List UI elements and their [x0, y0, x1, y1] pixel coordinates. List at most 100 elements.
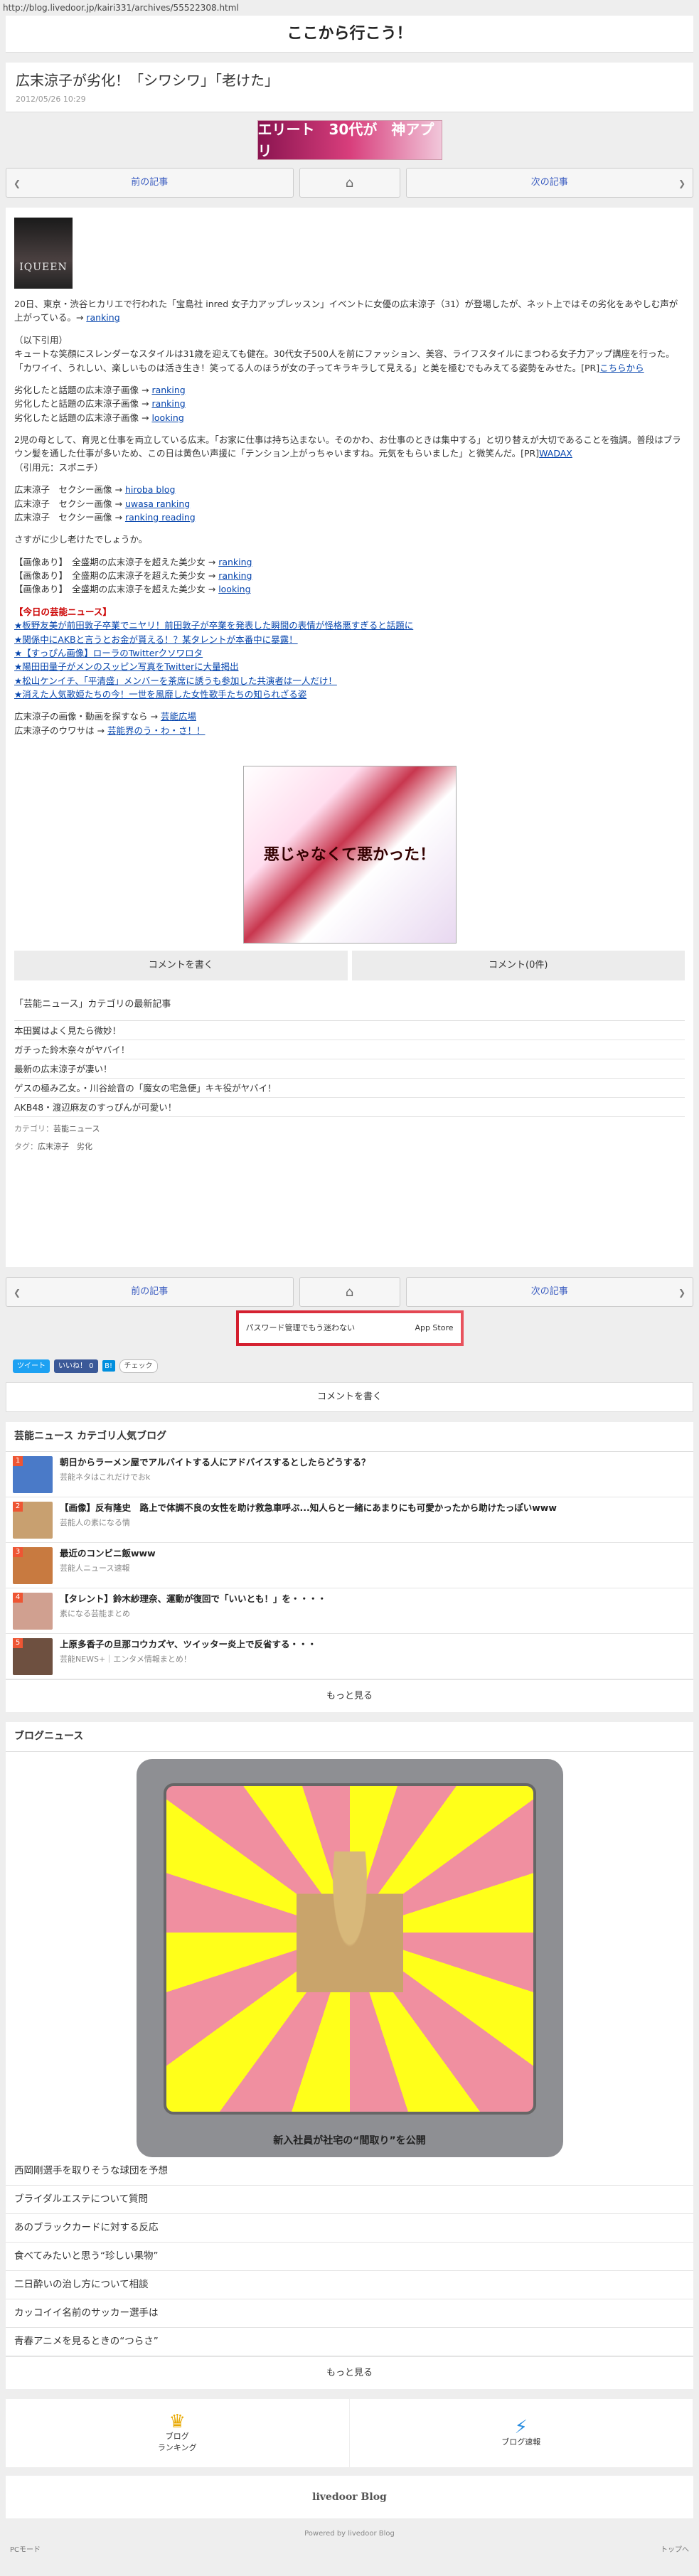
home-icon: ⌂: [345, 1284, 354, 1300]
link-row-text: 【画像あり】 全盛期の広末涼子を超えた美少女 →: [14, 556, 216, 567]
popular-item[interactable]: 2 【画像】反有隆史 路上で体調不良の女性を助け救急車呼ぶ...知人らと一緒にあま…: [6, 1497, 693, 1543]
wooden-figure: [296, 1851, 403, 2086]
list-item[interactable]: 青春アニメを見るときの“つらさ”: [6, 2328, 693, 2356]
social-buttons: ツイート いいね！ 0 B! チェック: [0, 1350, 699, 1382]
today-news-link[interactable]: ★【すっぴん画像】ローラのTwitterクソワロタ: [14, 648, 203, 658]
list-item[interactable]: 最新の広末涼子が凄い！: [14, 1059, 685, 1079]
next-article-label: 次の記事: [530, 1286, 568, 1298]
popular-item[interactable]: 4 【タレント】鈴木紗理奈、運動が復回で「いいとも！」を・・・・ 素になる芸能まとめ: [6, 1588, 693, 1634]
list-item[interactable]: AKB48・渡辺麻友のすっぴんが可愛い！: [14, 1098, 685, 1118]
home-button[interactable]: ⌂: [299, 168, 400, 198]
write-comment-button[interactable]: コメントを書く: [14, 951, 348, 981]
home-button[interactable]: ⌂: [299, 1277, 400, 1307]
today-news-link[interactable]: ★松山ケンイチ、「平清盛」メンバーを茶席に誘うも参加した共演者は一人だけ！: [14, 675, 337, 686]
paragraph-1-link[interactable]: ranking: [86, 312, 119, 323]
livedoor-blog-logo[interactable]: livedoor Blog: [6, 2476, 693, 2518]
link-row-link[interactable]: uwasa ranking: [125, 498, 190, 509]
hatena-bookmark-button[interactable]: B!: [102, 1360, 115, 1372]
quote: キュートな笑顔にスレンダーなスタイルは31歳を迎えても健在。30代女子500人を…: [14, 347, 685, 375]
link-row-link[interactable]: ranking: [151, 398, 185, 409]
next-article-button[interactable]: 次の記事 ❯: [405, 1277, 693, 1307]
link-row-link[interactable]: ranking: [218, 557, 252, 567]
list-item[interactable]: 西岡剛選手を取りそうな球団を予想: [6, 2157, 693, 2186]
next-article-button[interactable]: 次の記事 ❯: [405, 168, 693, 198]
list-item-label: 最新の広末涼子が凄い！: [14, 1063, 112, 1074]
list-item[interactable]: 食べてみたいと思う“珍しい果物”: [6, 2243, 693, 2271]
link-row-link[interactable]: looking: [218, 584, 250, 594]
list-item[interactable]: 二日酔いの治し方について相談: [6, 2271, 693, 2299]
list-item-label: ガチった鈴木奈々がヤバイ！: [14, 1044, 130, 1055]
pc-mode-link[interactable]: PCモード: [10, 2545, 41, 2555]
list-item[interactable]: 本田翼はよく見たら微妙！: [14, 1021, 685, 1041]
link-row-text: 劣化したと話題の広末涼子画像 →: [14, 398, 149, 410]
popular-item[interactable]: 1 朝日からラーメン屋でアルバイトする人にアドバイスするとしたらどうする？ 芸能ネタ…: [6, 1452, 693, 1497]
list-item[interactable]: ブライダルエステについて質問: [6, 2186, 693, 2214]
popular-item[interactable]: 3 最近のコンビニ飯www 芸能人ニュース速報: [6, 1543, 693, 1588]
paragraph-2: 2児の母として、育児と仕事を両立している広末。「お家に仕事は持ち込まない。そのか…: [14, 433, 685, 474]
blog-news-list: 西岡剛選手を取りそうな球団を予想 ブライダルエステについて質問 あのブラックカー…: [6, 2157, 693, 2356]
ad-banner-inner: パスワード管理でもう迷わない App Store: [238, 1313, 461, 1343]
list-item[interactable]: ガチった鈴木奈々がヤバイ！: [14, 1040, 685, 1060]
quote-link[interactable]: こちらから: [599, 363, 644, 373]
popular-more-button[interactable]: もっと見る: [6, 1679, 693, 1712]
popular-blogs: 芸能ニュース カテゴリ人気ブログ 1 朝日からラーメン屋でアルバイトする人にアドバ…: [6, 1422, 693, 1712]
ad-banner-text: パスワード管理でもう迷わない: [245, 1322, 356, 1332]
tv-screen: [163, 1783, 536, 2115]
today-news-link[interactable]: ★関係中にAKBと言うとお金が貰える！？某タレントが本番中に暴露！: [14, 634, 298, 645]
manga-ad-image[interactable]: 悪じゃなくて悪かった！: [242, 766, 457, 944]
blog-news-feature-image[interactable]: 新入社員が社宅の“間取り”を公開: [136, 1759, 563, 2157]
link-row-link[interactable]: looking: [151, 412, 183, 423]
list-item[interactable]: カッコイイ名前のサッカー選手は: [6, 2299, 693, 2328]
list-item[interactable]: あのブラックカードに対する反応: [6, 2214, 693, 2243]
rumor-row-link[interactable]: 芸能界のう・わ・さ！！: [107, 725, 206, 736]
comment-buttons: コメントを書く コメント(0件): [14, 951, 685, 981]
blog-title[interactable]: ここから行こう！: [6, 16, 693, 53]
chevron-left-icon: ❮: [14, 1288, 21, 1298]
today-news-link[interactable]: ★消えた人気歌姫たちの今！一世を風靡した女性歌手たちの知られざる姿: [14, 689, 306, 700]
chevron-right-icon: ❯: [678, 1288, 685, 1298]
popular-item-title: 最近のコンビニ飯www: [60, 1548, 156, 1559]
link-row-text: 【画像あり】 全盛期の広末涼子を超えた美少女 →: [14, 584, 216, 595]
tag-values[interactable]: 広末涼子 劣化: [38, 1142, 92, 1151]
link-row-link[interactable]: hiroba blog: [125, 484, 175, 495]
category-meta: カテゴリ：芸能ニュース: [14, 1117, 685, 1135]
ad-banner-frame[interactable]: パスワード管理でもう迷わない App Store: [235, 1310, 464, 1346]
article-body: IQUEEN 20日、東京・渋谷ヒカリエで行われた「宝島社 inred 女子力ア…: [6, 208, 693, 1267]
link-row: 劣化したと話題の広末涼子画像 → ranking: [14, 397, 685, 410]
prev-article-label: 前の記事: [131, 1286, 169, 1298]
article-date: 2012/05/26 10:29: [16, 95, 86, 104]
list-item-label: 二日酔いの治し方について相談: [14, 2279, 149, 2291]
article-header: 広末涼子が劣化！「シワシワ」「老けた」 2012/05/26 10:29: [6, 63, 693, 112]
link-row-link[interactable]: ranking: [151, 385, 185, 395]
ad-banner-top-image[interactable]: エリート 30代が 神アプリ: [257, 120, 442, 160]
today-news-link[interactable]: ★陽田田量子がメンのスッピン写真をTwitterに大量掲出: [14, 661, 239, 672]
facebook-like-button[interactable]: いいね！ 0: [54, 1359, 98, 1373]
list-item[interactable]: ゲスの極み乙女。・川谷絵音の「魔女の宅急便」キキ役がヤバイ！: [14, 1079, 685, 1099]
comments-count-button[interactable]: コメント(0件): [351, 951, 685, 981]
write-comment-bar[interactable]: コメントを書く: [6, 1382, 693, 1412]
link-row-link[interactable]: ranking: [218, 570, 252, 581]
blog-news-feature-caption[interactable]: 新入社員が社宅の“間取り”を公開: [137, 2134, 563, 2149]
today-news-link[interactable]: ★板野友美が前田敦子卒業でニヤリ！前田敦子が卒業を発表した瞬間の表情が怪格悪すぎ…: [14, 620, 413, 631]
blog-speed-tab[interactable]: ⚡ ブログ速報: [350, 2399, 693, 2467]
blog-news-more-button[interactable]: もっと見る: [6, 2356, 693, 2389]
tweet-button[interactable]: ツイート: [13, 1359, 50, 1373]
popular-item[interactable]: 5 上原多香子の旦那コウカズヤ、ツイッター炎上で反省する・・・ 芸能NEWS+｜エン…: [6, 1634, 693, 1679]
list-item-label: 食べてみたいと思う“珍しい果物”: [14, 2250, 159, 2262]
prev-article-button[interactable]: ❮ 前の記事: [6, 1277, 294, 1307]
movie-row-link[interactable]: 芸能広場: [161, 711, 196, 722]
paragraph-2-link[interactable]: WADAX: [539, 448, 572, 459]
mixi-check-button[interactable]: チェック: [119, 1359, 158, 1373]
movie-row: 広末涼子の画像・動画を探すなら → 芸能広場: [14, 710, 685, 723]
address-bar[interactable]: http://blog.livedoor.jp/kairi331/archive…: [0, 0, 699, 16]
link-row-link[interactable]: ranking reading: [125, 512, 196, 523]
ad-banner-top[interactable]: エリート 30代が 神アプリ: [0, 112, 699, 168]
rank-badge: 3: [13, 1547, 23, 1557]
app-store-badge[interactable]: App Store: [415, 1322, 453, 1335]
category-value[interactable]: 芸能ニュース: [53, 1124, 100, 1133]
ad-banner-middle[interactable]: パスワード管理でもう迷わない App Store: [0, 1307, 699, 1350]
links-group-b: 広末涼子 セクシー画像 → hiroba blog 広末涼子 セクシー画像 → …: [14, 483, 685, 524]
back-to-top-link[interactable]: トップへ: [661, 2545, 689, 2555]
prev-article-button[interactable]: ❮ 前の記事: [6, 168, 294, 198]
blog-ranking-tab[interactable]: ♛ ブログ ランキング: [6, 2399, 350, 2467]
